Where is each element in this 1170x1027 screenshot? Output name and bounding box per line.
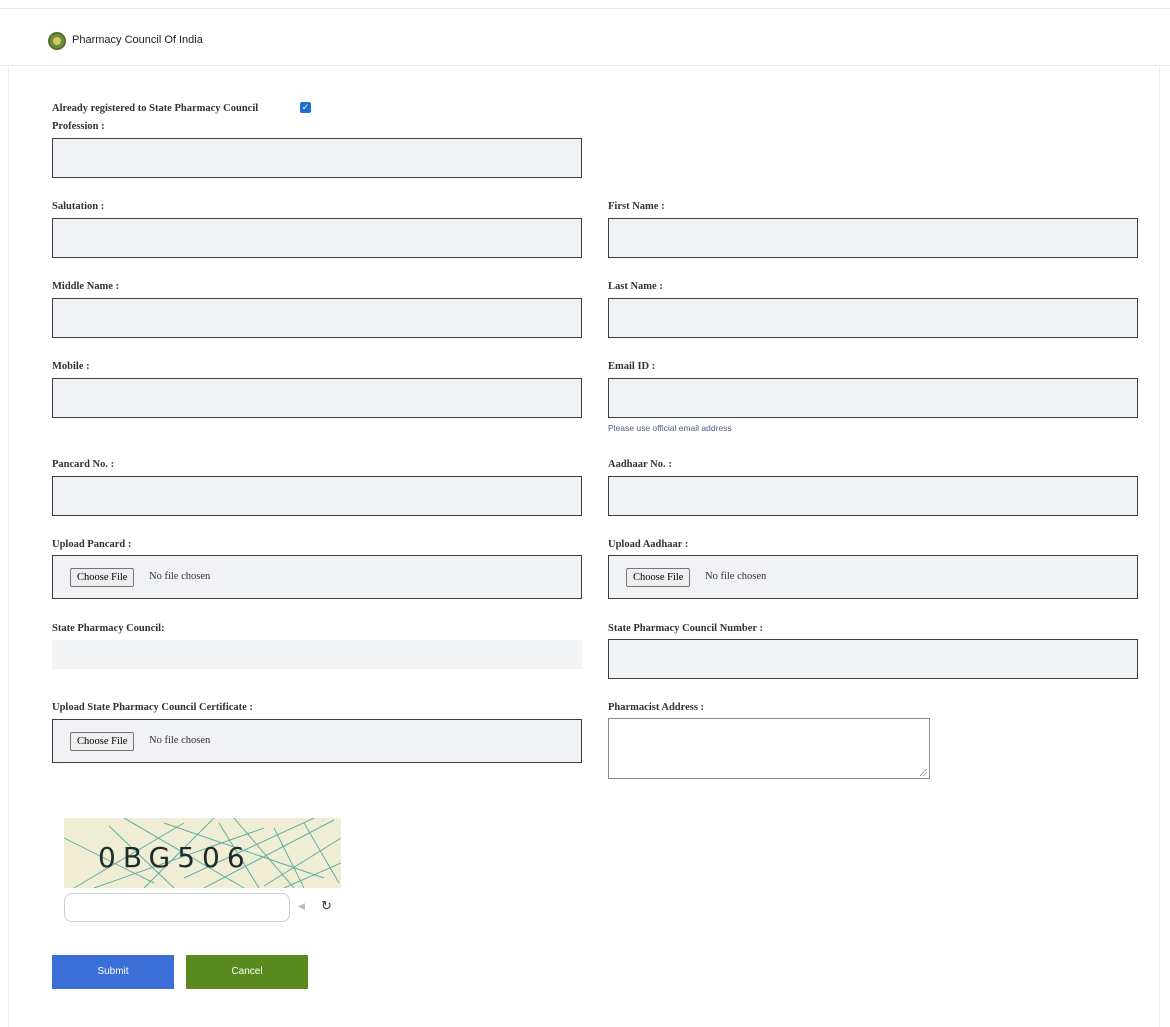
mobile-label: Mobile : [52, 361, 90, 372]
last-name-input[interactable] [608, 298, 1138, 338]
upload-certificate-label: Upload State Pharmacy Council Certificat… [52, 702, 253, 713]
speaker-icon[interactable]: ◀ [298, 901, 305, 912]
profession-select[interactable] [52, 138, 582, 178]
pancard-label: Pancard No. : [52, 459, 115, 470]
captcha-image: 0BG506 [64, 818, 341, 888]
upload-aadhaar-status: No file chosen [705, 571, 767, 582]
upload-pancard-status: No file chosen [149, 571, 211, 582]
upload-certificate-status: No file chosen [149, 735, 211, 746]
last-name-label: Last Name : [608, 281, 663, 292]
already-registered-label: Already registered to State Pharmacy Cou… [52, 103, 259, 114]
state-council-number-input[interactable] [608, 639, 1138, 679]
state-council-label: State Pharmacy Council: [52, 623, 165, 634]
upload-pancard-field: Choose File No file chosen [52, 555, 582, 599]
brand-name[interactable]: Pharmacy Council Of India [72, 34, 203, 46]
state-council-select[interactable] [52, 640, 582, 669]
middle-name-label: Middle Name : [52, 281, 120, 292]
mobile-input[interactable] [52, 378, 582, 418]
captcha-text: 0BG506 [98, 841, 252, 874]
upload-certificate-choose-button[interactable]: Choose File [70, 732, 135, 751]
address-textarea[interactable] [608, 718, 930, 779]
state-council-number-label: State Pharmacy Council Number : [608, 623, 763, 634]
address-label: Pharmacist Address : [608, 702, 705, 713]
council-logo-icon [48, 32, 66, 50]
first-name-label: First Name : [608, 201, 665, 212]
middle-name-input[interactable] [52, 298, 582, 338]
captcha-input[interactable] [64, 893, 290, 922]
aadhaar-input[interactable] [608, 476, 1138, 516]
already-registered-checkbox[interactable]: ✓ [300, 102, 311, 113]
upload-aadhaar-label: Upload Aadhaar : [608, 539, 689, 550]
resize-grip-icon[interactable] [920, 769, 927, 776]
cancel-button[interactable]: Cancel [186, 955, 308, 989]
top-border [0, 0, 1170, 9]
email-label: Email ID : [608, 361, 656, 372]
aadhaar-label: Aadhaar No. : [608, 459, 672, 470]
header-bar: Pharmacy Council Of India [0, 9, 1170, 66]
first-name-input[interactable] [608, 218, 1138, 258]
submit-button[interactable]: Submit [52, 955, 174, 989]
upload-aadhaar-field: Choose File No file chosen [608, 555, 1138, 599]
email-hint: Please use official email address [608, 423, 732, 433]
upload-aadhaar-choose-button[interactable]: Choose File [626, 568, 691, 587]
pancard-input[interactable] [52, 476, 582, 516]
profession-label: Profession : [52, 121, 105, 132]
salutation-label: Salutation : [52, 201, 105, 212]
email-input[interactable] [608, 378, 1138, 418]
refresh-icon[interactable]: ↻ [321, 898, 332, 914]
upload-certificate-field: Choose File No file chosen [52, 719, 582, 763]
upload-pancard-label: Upload Pancard : [52, 539, 132, 550]
upload-pancard-choose-button[interactable]: Choose File [70, 568, 135, 587]
salutation-select[interactable] [52, 218, 582, 258]
